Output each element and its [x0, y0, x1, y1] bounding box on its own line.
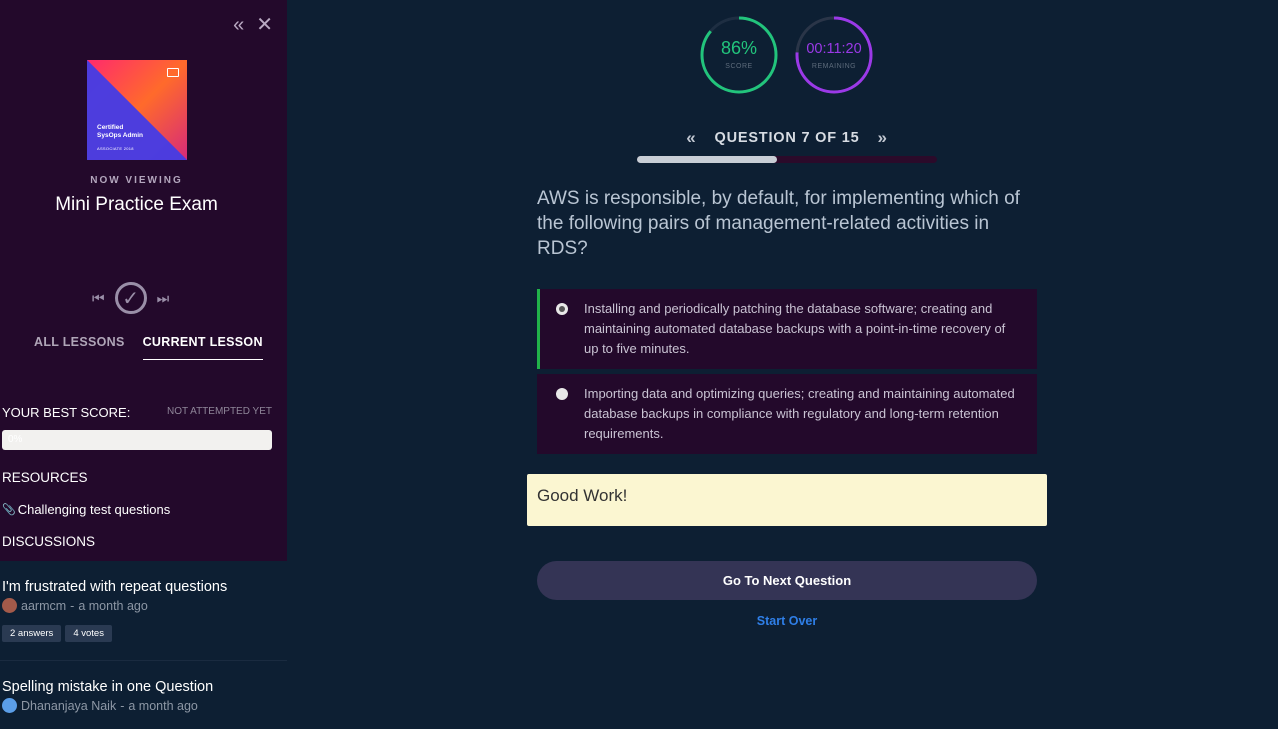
avatar [2, 698, 17, 713]
feedback-message: Good Work! [527, 474, 1047, 526]
score-label: SCORE [725, 63, 753, 70]
lesson-player-controls: ⏮ ✓ ⏭ [92, 282, 169, 314]
timer-ring: 00:11:20 REMAINING [795, 16, 873, 94]
answer-option-text: Installing and periodically patching the… [584, 301, 1006, 356]
discussion-meta: aarmcm - a month ago [2, 598, 285, 613]
discussion-author: aarmcm [21, 598, 67, 613]
mark-complete-check-icon[interactable]: ✓ [114, 282, 147, 314]
monitor-icon [167, 68, 179, 77]
discussion-time: a month ago [78, 598, 148, 613]
best-score-status: NOT ATTEMPTED YET [166, 406, 272, 417]
next-question-button[interactable]: Go To Next Question [537, 561, 1037, 600]
question-navigation: « QUESTION 7 OF 15 » [637, 128, 937, 148]
start-over-link[interactable]: Start Over [737, 614, 837, 628]
avatar [2, 598, 17, 613]
discussions-heading: DISCUSSIONS [2, 534, 96, 549]
best-score-label: YOUR BEST SCORE: [2, 405, 131, 420]
previous-question-icon[interactable]: « [686, 128, 696, 148]
tab-current-lesson[interactable]: CURRENT LESSON [142, 335, 263, 360]
close-icon[interactable]: ✕ [256, 14, 273, 36]
course-cover-image: Certified SysOps Admin ASSOCIATE 2018 [87, 60, 187, 160]
discussion-time: a month ago [128, 698, 198, 713]
discussion-title[interactable]: Spelling mistake in one Question [2, 679, 285, 695]
discussion-title[interactable]: I'm frustrated with repeat questions [2, 579, 285, 595]
score-ring: 86% SCORE [700, 16, 778, 94]
best-score-bar-text: 0% [8, 434, 23, 445]
answer-option[interactable]: Importing data and optimizing queries; c… [537, 374, 1037, 454]
resource-link[interactable]: 📎 Challenging test questions [2, 502, 170, 517]
discussion-badges: 2 answers 4 votes [2, 625, 285, 642]
next-question-icon[interactable]: » [877, 128, 887, 148]
collapse-sidebar-icon[interactable]: « [233, 14, 244, 36]
resource-link-label: Challenging test questions [17, 502, 171, 517]
discussion-meta: Dhananjaya Naik - a month ago [2, 698, 285, 713]
question-progress-fill [637, 156, 777, 163]
answer-option[interactable]: Installing and periodically patching the… [537, 289, 1037, 369]
question-text: AWS is responsible, by default, for impl… [537, 188, 1020, 259]
sidebar: « ✕ Certified SysOps Admin ASSOCIATE 201… [0, 0, 287, 729]
timer-value: 00:11:20 [806, 41, 862, 57]
discussion-author: Dhananjaya Naik [21, 698, 117, 713]
answer-option-text: Importing data and optimizing queries; c… [584, 386, 1015, 441]
tab-all-lessons[interactable]: ALL LESSONS [34, 335, 125, 360]
previous-lesson-icon[interactable]: ⏮ [92, 290, 105, 307]
score-value: 86% [720, 38, 758, 58]
question-counter: QUESTION 7 OF 15 [714, 130, 860, 146]
answers-badge: 2 answers [2, 625, 62, 642]
votes-badge: 4 votes [65, 625, 112, 642]
radio-button[interactable] [556, 388, 568, 400]
discussion-list: I'm frustrated with repeat questions aar… [0, 561, 287, 729]
now-viewing-label: NOW VIEWING [90, 175, 183, 186]
paperclip-icon: 📎 [2, 504, 16, 516]
lesson-title: Mini Practice Exam [55, 194, 218, 215]
sidebar-controls: « ✕ [233, 14, 273, 36]
resources-heading: RESOURCES [2, 470, 88, 485]
discussion-item[interactable]: I'm frustrated with repeat questions aar… [0, 561, 287, 661]
best-score-bar: 0% [2, 430, 272, 450]
next-lesson-icon[interactable]: ⏭ [157, 290, 170, 307]
timer-label: REMAINING [811, 63, 857, 70]
discussion-item[interactable]: Spelling mistake in one Question Dhananj… [0, 661, 287, 729]
lesson-tabs: ALL LESSONS CURRENT LESSON [34, 335, 263, 360]
question-progress-bar [637, 156, 937, 163]
radio-button-selected[interactable] [556, 303, 568, 315]
